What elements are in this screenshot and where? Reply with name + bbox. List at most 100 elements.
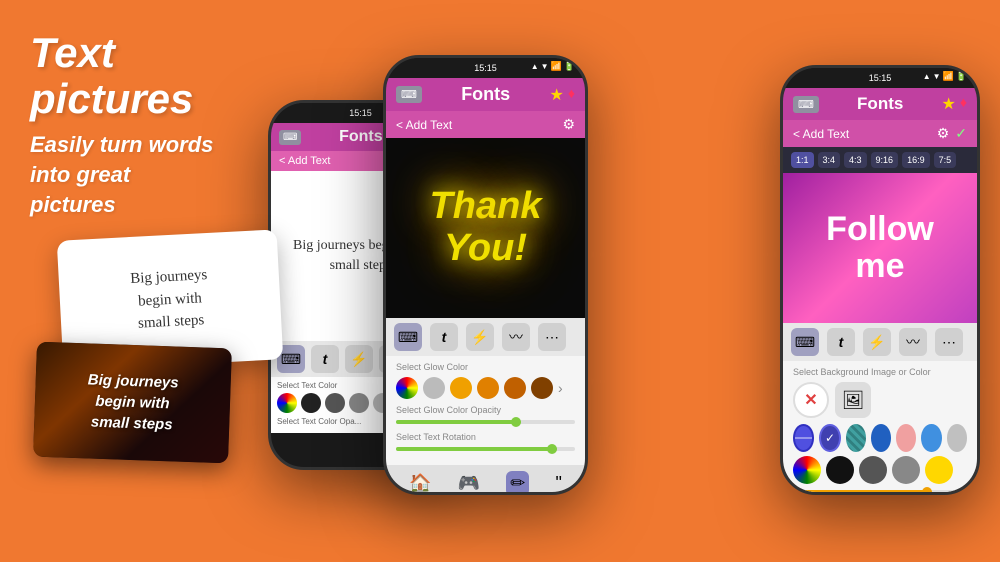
glow-section-center: Select Glow Color › Select Glow Color Op… — [386, 356, 585, 465]
game-icon-center[interactable]: 🎮 — [458, 473, 480, 494]
bg-slider-fill — [793, 490, 932, 494]
effect-toolbar-right: ⌨ t ⚡ 〰 ⋯ — [783, 323, 977, 361]
star-icon-right: ★ — [941, 94, 955, 114]
glow-color-4[interactable] — [504, 377, 526, 399]
slider-thumb-opacity[interactable] — [511, 417, 521, 427]
add-text-bar-right: < Add Text ⚙ ✓ — [783, 120, 977, 147]
effects-tool-left[interactable]: ⚡ — [345, 345, 373, 373]
glow-color-row: › — [396, 377, 575, 399]
effect-toolbar-center: ⌨ t ⚡ 〰 ⋯ — [386, 318, 585, 356]
bg-black[interactable] — [826, 456, 854, 484]
fonts-header-right: ⌨ Fonts ★ ♦ — [783, 88, 977, 120]
color-gray-left[interactable] — [349, 393, 369, 413]
bg-dark-blue[interactable] — [871, 424, 891, 452]
bg-color-wheel[interactable] — [793, 456, 821, 484]
bg-color-row-2 — [793, 456, 967, 484]
effects-tool-center[interactable]: ⚡ — [466, 323, 494, 351]
keyboard-icon-center[interactable]: ⌨ — [396, 86, 422, 103]
status-icons-center: ▲ ▼ 📶 🔋 — [531, 61, 575, 72]
bg-remove-btn[interactable]: ✕ — [793, 382, 829, 418]
glow-color-3[interactable] — [477, 377, 499, 399]
keyboard-icon-left[interactable]: ⌨ — [279, 130, 301, 145]
ratio-3-4[interactable]: 3:4 — [818, 152, 841, 168]
phone-right: 15:15 ▲ ▼ 📶 🔋 ⌨ Fonts ★ ♦ < Add Text ⚙ ✓… — [780, 65, 980, 495]
bg-label-right: Select Background Image or Color — [793, 367, 967, 377]
color-black-left[interactable] — [301, 393, 321, 413]
back-arrow-right[interactable]: < Add Text — [793, 127, 849, 141]
gear-icon-right[interactable]: ⚙ — [937, 125, 950, 142]
bg-light-gray[interactable] — [947, 424, 967, 452]
color-dark-gray-left[interactable] — [325, 393, 345, 413]
hero-subtitle: Easily turn words into great pictures — [30, 130, 270, 219]
status-bar-center: 15:15 ▲ ▼ 📶 🔋 — [386, 58, 585, 78]
quote-icon-center[interactable]: " — [555, 473, 561, 494]
canvas-center: Thank You! — [386, 138, 585, 318]
check-icon-right[interactable]: ✓ — [955, 125, 967, 142]
gem-icon-center: ♦ — [568, 85, 575, 105]
status-icons-right: ▲ ▼ 📶 🔋 — [923, 71, 967, 82]
rotation-slider[interactable] — [396, 447, 575, 451]
bg-pattern-stripe[interactable] — [793, 424, 814, 452]
bg-pink[interactable] — [896, 424, 916, 452]
bg-slider-right[interactable] — [793, 490, 967, 494]
glow-opacity-label: Select Glow Color Opacity — [396, 405, 575, 415]
add-text-actions: ⚙ ✓ — [937, 125, 967, 142]
glow-color-1[interactable] — [423, 377, 445, 399]
bg-slider-thumb[interactable] — [922, 487, 932, 495]
bg-section-right: Select Background Image or Color ✕ 🖼 ✓ — [783, 361, 977, 495]
font-tool-right[interactable]: t — [827, 328, 855, 356]
glow-color-label: Select Glow Color — [396, 362, 575, 372]
more-tool-right[interactable]: ⋯ — [935, 328, 963, 356]
ratio-1-1[interactable]: 1:1 — [791, 152, 814, 168]
color-wheel-left[interactable] — [277, 393, 297, 413]
bg-color-row-1: ✓ — [793, 424, 967, 452]
glow-color-wheel[interactable] — [396, 377, 418, 399]
slider-fill-rotation — [396, 447, 557, 451]
thank-you-text: Thank You! — [430, 186, 542, 270]
bg-options-right: ✕ 🖼 — [793, 382, 967, 418]
wave-tool-right[interactable]: 〰 — [899, 328, 927, 356]
font-tool-center[interactable]: t — [430, 323, 458, 351]
header-icons-center: ★ ♦ — [549, 85, 575, 105]
wave-tool-center[interactable]: 〰 — [502, 323, 530, 351]
card-white-text: Big journeysbegin withsmall steps — [130, 264, 211, 335]
effects-tool-right[interactable]: ⚡ — [863, 328, 891, 356]
keyboard-icon-right[interactable]: ⌨ — [793, 96, 819, 113]
hero-section: Text pictures Easily turn words into gre… — [30, 30, 270, 219]
slider-thumb-rotation[interactable] — [547, 444, 557, 454]
glow-color-5[interactable] — [531, 377, 553, 399]
bg-pattern-check[interactable] — [846, 424, 866, 452]
ratio-4-3[interactable]: 4:3 — [844, 152, 867, 168]
bg-image-btn[interactable]: 🖼 — [835, 382, 871, 418]
font-tool-left[interactable]: t — [311, 345, 339, 373]
ratio-7-5[interactable]: 7:5 — [934, 152, 957, 168]
glow-opacity-slider[interactable] — [396, 420, 575, 424]
fonts-header-center: ⌨ Fonts ★ ♦ — [386, 78, 585, 111]
follow-text: Follow me — [826, 211, 934, 286]
home-icon-center[interactable]: 🏠 — [409, 473, 431, 494]
scroll-right-center[interactable]: › — [558, 380, 563, 396]
phone-center: 15:15 ▲ ▼ 📶 🔋 ⌨ Fonts ★ ♦ < Add Text ⚙ T… — [383, 55, 588, 495]
star-icon-center: ★ — [549, 85, 563, 105]
card-dark-overlay: Big journeysbegin withsmall steps — [33, 342, 232, 464]
hero-title: Text pictures — [30, 30, 270, 122]
rotation-label: Select Text Rotation — [396, 432, 575, 442]
ratio-9-16[interactable]: 9:16 — [871, 152, 899, 168]
gear-icon-center[interactable]: ⚙ — [562, 116, 575, 133]
glow-color-2[interactable] — [450, 377, 472, 399]
back-arrow-center[interactable]: < Add Text — [396, 118, 452, 132]
bg-yellow[interactable] — [925, 456, 953, 484]
bg-check-blue[interactable]: ✓ — [819, 424, 840, 452]
slider-fill-opacity — [396, 420, 521, 424]
back-arrow-left[interactable]: < Add Text — [279, 155, 330, 167]
edit-icon-center[interactable]: ✏ — [506, 471, 529, 495]
canvas-right: Follow me — [783, 173, 977, 323]
bg-dark-gray[interactable] — [859, 456, 887, 484]
bg-gray[interactable] — [892, 456, 920, 484]
keyboard-tool-right[interactable]: ⌨ — [791, 328, 819, 356]
ratio-bar-right: 1:1 3:4 4:3 9:16 16:9 7:5 — [783, 147, 977, 173]
keyboard-tool-center[interactable]: ⌨ — [394, 323, 422, 351]
ratio-16-9[interactable]: 16:9 — [902, 152, 930, 168]
more-tool-center[interactable]: ⋯ — [538, 323, 566, 351]
add-text-bar-center: < Add Text ⚙ — [386, 111, 585, 138]
